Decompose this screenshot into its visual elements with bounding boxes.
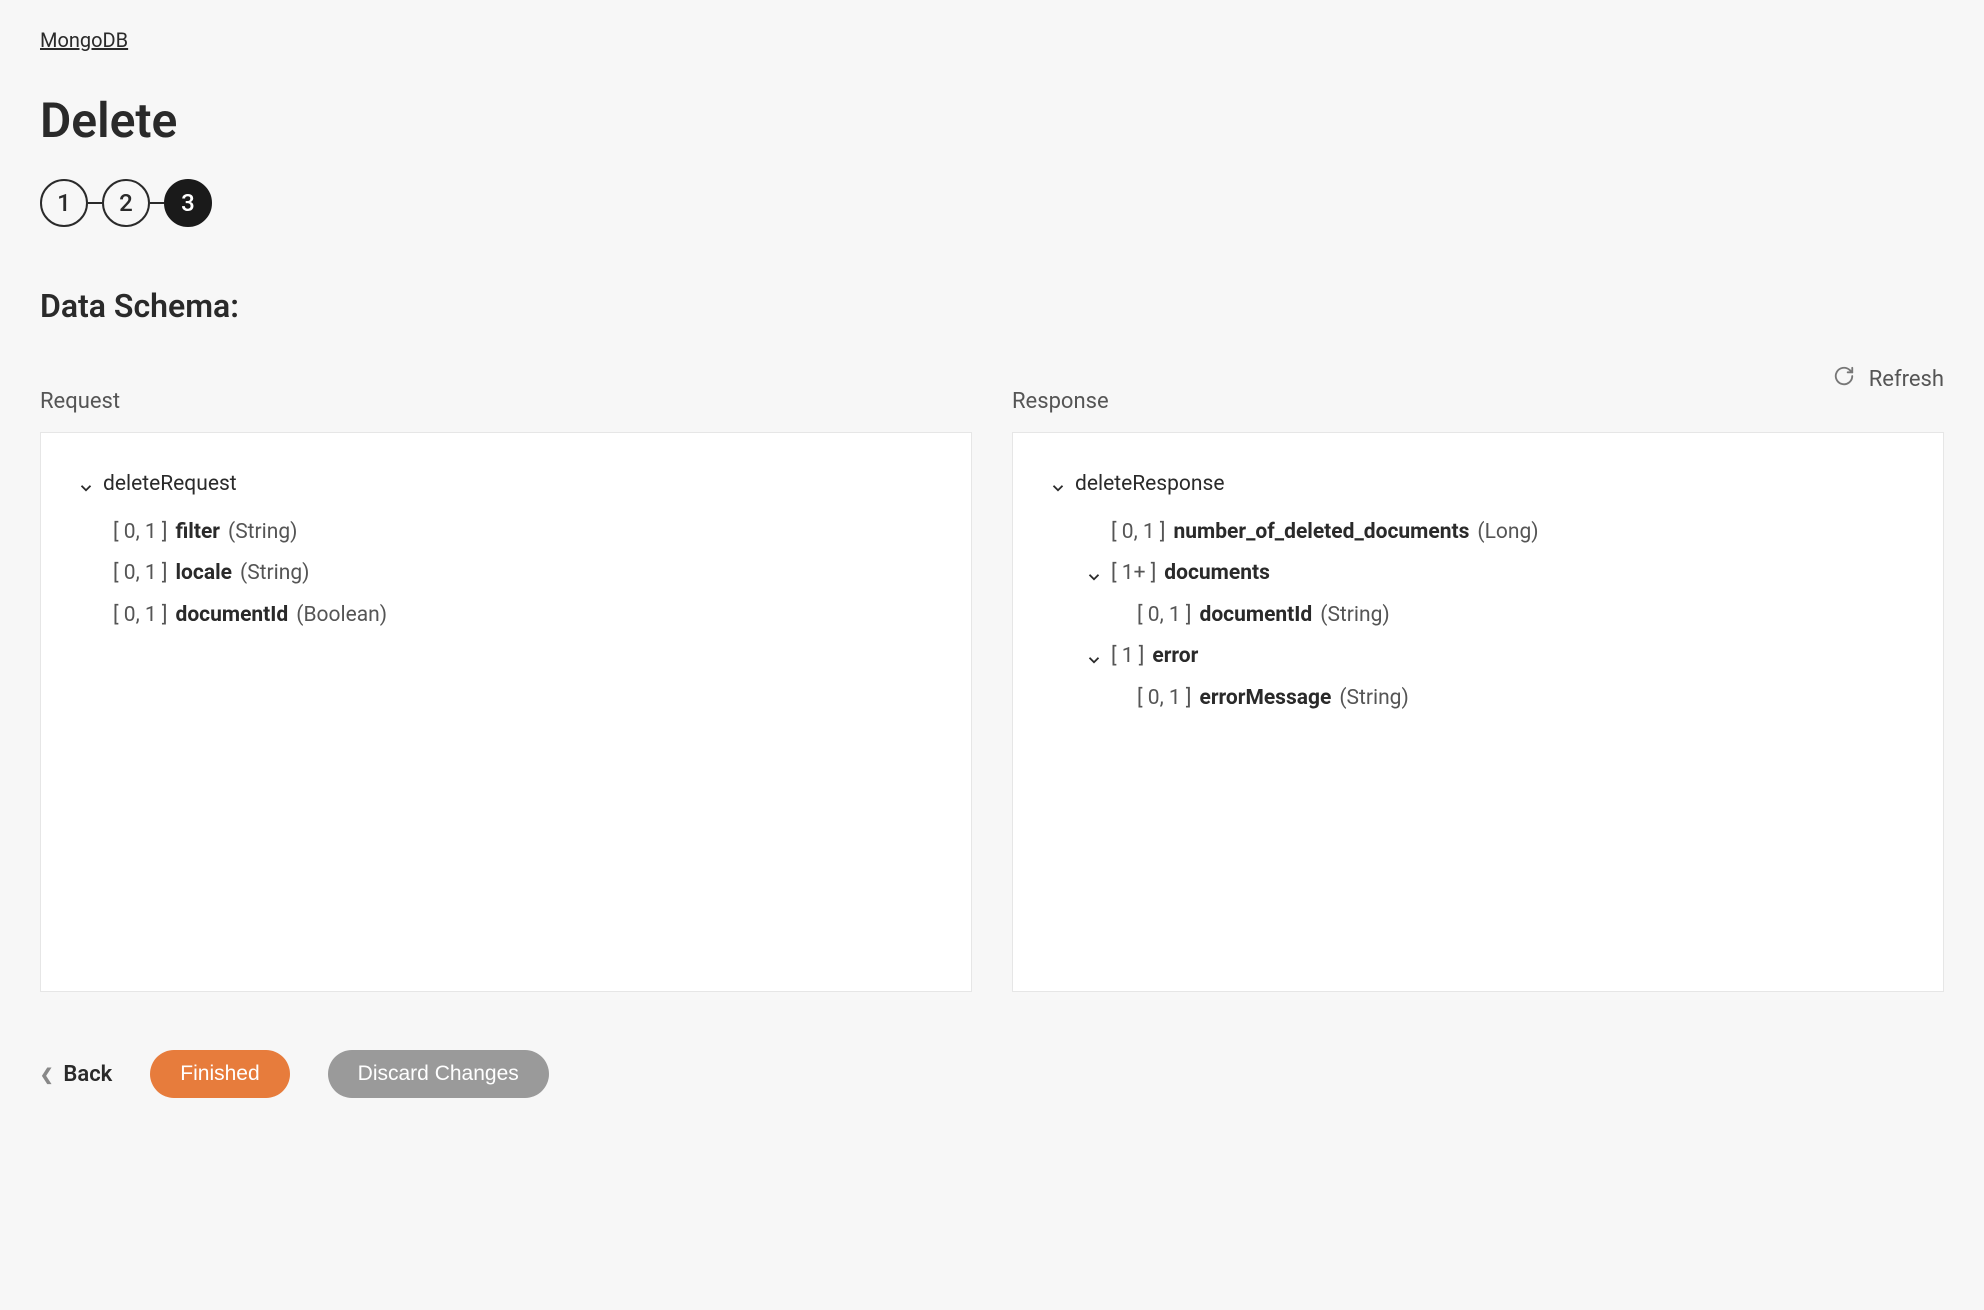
schema-root[interactable]: deleteRequest <box>77 469 935 501</box>
response-panel: deleteResponse [ 0, 1 ] number_of_delete… <box>1012 432 1944 992</box>
request-label: Request <box>40 389 972 414</box>
schema-root-name: deleteRequest <box>103 469 237 501</box>
schema-field: [ 0, 1 ] documentId (Boolean) <box>77 600 935 632</box>
chevron-down-icon <box>1085 565 1103 583</box>
schema-group[interactable]: [ 1+ ] documents <box>1049 558 1907 590</box>
cardinality: [ 0, 1 ] <box>1137 683 1192 715</box>
request-column: Request deleteRequest [ 0, 1 ] filter (S… <box>40 389 972 992</box>
cardinality: [ 0, 1 ] <box>1111 517 1166 549</box>
chevron-left-icon: ❮ <box>40 1065 53 1084</box>
field-name: documentId <box>176 600 289 632</box>
step-2[interactable]: 2 <box>102 179 150 227</box>
chevron-down-icon <box>77 476 95 494</box>
field-type: (String) <box>1320 600 1389 632</box>
schema-field: [ 0, 1 ] number_of_deleted_documents (Lo… <box>1049 517 1907 549</box>
stepper: 1 2 3 <box>40 179 1944 227</box>
field-type: (Boolean) <box>296 600 387 632</box>
schema-field: [ 0, 1 ] filter (String) <box>77 517 935 549</box>
cardinality: [ 0, 1 ] <box>1137 600 1192 632</box>
schema-field: [ 0, 1 ] errorMessage (String) <box>1049 683 1907 715</box>
schema-group[interactable]: [ 1 ] error <box>1049 641 1907 673</box>
field-name: documents <box>1164 558 1270 590</box>
cardinality: [ 0, 1 ] <box>113 517 168 549</box>
field-type: (Long) <box>1477 517 1538 549</box>
chevron-down-icon <box>1049 476 1067 494</box>
step-connector <box>150 202 164 204</box>
field-name: locale <box>176 558 233 590</box>
request-panel: deleteRequest [ 0, 1 ] filter (String) [… <box>40 432 972 992</box>
step-3[interactable]: 3 <box>164 179 212 227</box>
schema-root-name: deleteResponse <box>1075 469 1224 501</box>
refresh-label: Refresh <box>1869 367 1944 392</box>
discard-changes-button[interactable]: Discard Changes <box>328 1050 549 1098</box>
cardinality: [ 0, 1 ] <box>113 558 168 590</box>
response-label: Response <box>1012 389 1944 414</box>
chevron-down-icon <box>1085 648 1103 666</box>
cardinality: [ 1+ ] <box>1111 558 1156 590</box>
step-connector <box>88 202 102 204</box>
step-1[interactable]: 1 <box>40 179 88 227</box>
footer-actions: ❮ Back Finished Discard Changes <box>40 1050 1944 1098</box>
field-type: (String) <box>240 558 309 590</box>
field-name: error <box>1152 641 1198 673</box>
section-title: Data Schema: <box>40 287 1944 325</box>
field-name: filter <box>176 517 221 549</box>
field-name: documentId <box>1200 600 1313 632</box>
cardinality: [ 1 ] <box>1111 641 1144 673</box>
schema-field: [ 0, 1 ] documentId (String) <box>1049 600 1907 632</box>
cardinality: [ 0, 1 ] <box>113 600 168 632</box>
back-label: Back <box>63 1062 112 1087</box>
field-name: number_of_deleted_documents <box>1174 517 1470 549</box>
field-name: errorMessage <box>1200 683 1332 715</box>
breadcrumb-link[interactable]: MongoDB <box>40 28 128 52</box>
field-type: (String) <box>228 517 297 549</box>
response-column: Response deleteResponse [ 0, 1 ] number_… <box>1012 389 1944 992</box>
finished-button[interactable]: Finished <box>150 1050 289 1098</box>
schema-root[interactable]: deleteResponse <box>1049 469 1907 501</box>
back-button[interactable]: ❮ Back <box>40 1062 112 1087</box>
page-title: Delete <box>40 92 1944 149</box>
schema-field: [ 0, 1 ] locale (String) <box>77 558 935 590</box>
field-type: (String) <box>1339 683 1408 715</box>
